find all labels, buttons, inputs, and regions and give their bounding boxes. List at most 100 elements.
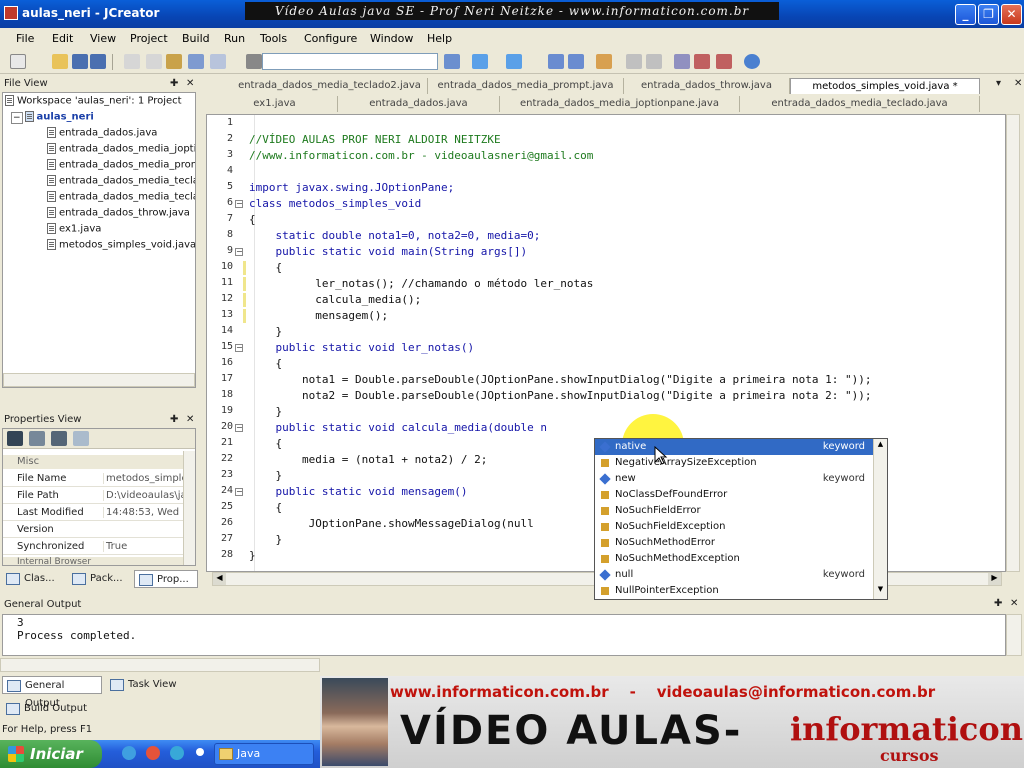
fold-toggle-icon[interactable]: −: [235, 488, 243, 496]
forward-icon[interactable]: [646, 54, 662, 69]
scroll-right-icon[interactable]: ▶: [988, 573, 1001, 585]
maximize-button[interactable]: ❐: [978, 4, 999, 25]
output-panel[interactable]: 3 Process completed.: [2, 614, 1006, 656]
autocomplete-item[interactable]: NoSuchMethodError: [595, 535, 873, 551]
copy-icon[interactable]: [146, 54, 162, 69]
pin-icon[interactable]: ✚: [170, 414, 178, 425]
pin-icon[interactable]: ✚: [994, 598, 1002, 609]
file-item[interactable]: entrada_dados_media_tecla: [47, 175, 195, 187]
save-icon[interactable]: [72, 54, 88, 69]
find-in-files-icon[interactable]: [444, 54, 460, 69]
compile-icon[interactable]: [548, 54, 564, 69]
tabs-menu-icon[interactable]: ▾: [996, 78, 1001, 89]
file-view-scrollbar[interactable]: [3, 373, 195, 387]
run-icon[interactable]: [472, 54, 488, 69]
output-horizontal-scrollbar[interactable]: [0, 658, 320, 672]
file-item[interactable]: entrada_dados_media_joptio: [47, 143, 195, 155]
redo-icon[interactable]: [210, 54, 226, 69]
menu-configure[interactable]: Configure: [304, 32, 357, 45]
autocomplete-item[interactable]: NoSuchFieldError: [595, 503, 873, 519]
file-item[interactable]: entrada_dados.java: [47, 127, 157, 139]
scroll-left-icon[interactable]: ◀: [213, 573, 226, 585]
tab-active-file[interactable]: metodos_simples_void.java *: [790, 78, 980, 94]
autocomplete-item[interactable]: NegativeArraySizeException: [595, 455, 873, 471]
menu-view[interactable]: View: [90, 32, 116, 45]
tab-task-view[interactable]: Task View: [106, 676, 186, 694]
property-row[interactable]: File Path D:\videoaulas\ja: [3, 488, 183, 504]
menu-window[interactable]: Window: [370, 32, 413, 45]
build-icon[interactable]: [568, 54, 584, 69]
tab-build-output[interactable]: Build Output: [2, 700, 102, 718]
panel-close-icon[interactable]: ✕: [186, 78, 194, 89]
more-icon[interactable]: [196, 748, 204, 756]
bookmark-next-icon[interactable]: [694, 54, 710, 69]
menu-help[interactable]: Help: [427, 32, 452, 45]
tab-file[interactable]: entrada_dados_media_teclado.java: [740, 96, 980, 112]
tools-icon[interactable]: [596, 54, 612, 69]
browser-icon[interactable]: [146, 746, 160, 760]
tab-close-icon[interactable]: ✕: [1014, 78, 1022, 89]
fold-toggle-icon[interactable]: −: [235, 248, 243, 256]
menu-project[interactable]: Project: [130, 32, 168, 45]
property-row[interactable]: Version: [3, 522, 183, 538]
minimize-button[interactable]: _: [955, 4, 976, 25]
tab-properties-view[interactable]: Prop...: [134, 570, 198, 588]
fold-toggle-icon[interactable]: −: [235, 344, 243, 352]
fold-toggle-icon[interactable]: −: [235, 200, 243, 208]
paste-icon[interactable]: [166, 54, 182, 69]
open-folder-icon[interactable]: [52, 54, 68, 69]
fold-toggle-icon[interactable]: −: [235, 424, 243, 432]
tab-general-output[interactable]: General Output: [2, 676, 102, 709]
scroll-up-icon[interactable]: ▲: [875, 440, 886, 451]
property-row[interactable]: File Namemetodos_simples: [3, 471, 183, 487]
panel-close-icon[interactable]: ✕: [1010, 598, 1018, 609]
tab-file[interactable]: entrada_dados_throw.java: [624, 78, 790, 94]
autocomplete-item[interactable]: native keyword: [595, 439, 873, 455]
output-scrollbar[interactable]: [1006, 614, 1022, 656]
file-item[interactable]: metodos_simples_void.java: [47, 239, 195, 251]
close-button[interactable]: ✕: [1001, 4, 1022, 25]
project-node[interactable]: − aulas_neri: [11, 111, 94, 124]
cut-icon[interactable]: [124, 54, 140, 69]
find-icon[interactable]: [246, 54, 262, 69]
editor-vertical-scrollbar[interactable]: [1006, 114, 1020, 572]
scroll-down-icon[interactable]: ▼: [875, 585, 886, 596]
file-item[interactable]: ex1.java: [47, 223, 101, 235]
menu-build[interactable]: Build: [182, 32, 210, 45]
pages-icon[interactable]: [73, 431, 89, 446]
autocomplete-item[interactable]: NoClassDefFoundError: [595, 487, 873, 503]
tab-file[interactable]: ex1.java: [212, 96, 338, 112]
file-item[interactable]: entrada_dados_throw.java: [47, 207, 190, 219]
collapse-icon[interactable]: −: [11, 111, 23, 124]
categorized-icon[interactable]: [7, 431, 23, 446]
menu-file[interactable]: File: [16, 32, 34, 45]
property-row[interactable]: Last Modified 14:48:53, Wed: [3, 505, 183, 521]
taskbar-java-window[interactable]: Java: [214, 743, 314, 765]
menu-tools[interactable]: Tools: [260, 32, 287, 45]
tab-class-view[interactable]: Clas...: [2, 570, 64, 588]
tab-file[interactable]: entrada_dados.java: [338, 96, 500, 112]
autocomplete-item[interactable]: NoSuchMethodException: [595, 551, 873, 567]
tab-file[interactable]: entrada_dados_media_joptionpane.java: [500, 96, 740, 112]
properties-icon[interactable]: [51, 431, 67, 446]
tab-package-view[interactable]: Pack...: [68, 570, 132, 588]
ie-icon[interactable]: [122, 746, 136, 760]
autocomplete-item[interactable]: new keyword: [595, 471, 873, 487]
back-icon[interactable]: [626, 54, 642, 69]
menu-edit[interactable]: Edit: [52, 32, 73, 45]
alphabetic-icon[interactable]: [29, 431, 45, 446]
bookmark-icon[interactable]: [674, 54, 690, 69]
autocomplete-scrollbar[interactable]: ▲ ▼: [873, 439, 887, 599]
menu-run[interactable]: Run: [224, 32, 245, 45]
misc-section[interactable]: Misc: [3, 455, 183, 469]
tab-file[interactable]: entrada_dados_media_prompt.java: [428, 78, 624, 94]
autocomplete-popup[interactable]: native keyword NegativeArraySizeException n…: [594, 438, 888, 600]
file-item[interactable]: entrada_dados_media_tecla: [47, 191, 195, 203]
tab-file[interactable]: entrada_dados_media_teclado2.java: [232, 78, 428, 94]
debug-icon[interactable]: [506, 54, 522, 69]
undo-icon[interactable]: [188, 54, 204, 69]
help-icon[interactable]: [744, 54, 760, 69]
internal-browser-section[interactable]: Internal Browser: [3, 557, 183, 565]
autocomplete-item[interactable]: NoSuchFieldException: [595, 519, 873, 535]
pin-icon[interactable]: ✚: [170, 78, 178, 89]
